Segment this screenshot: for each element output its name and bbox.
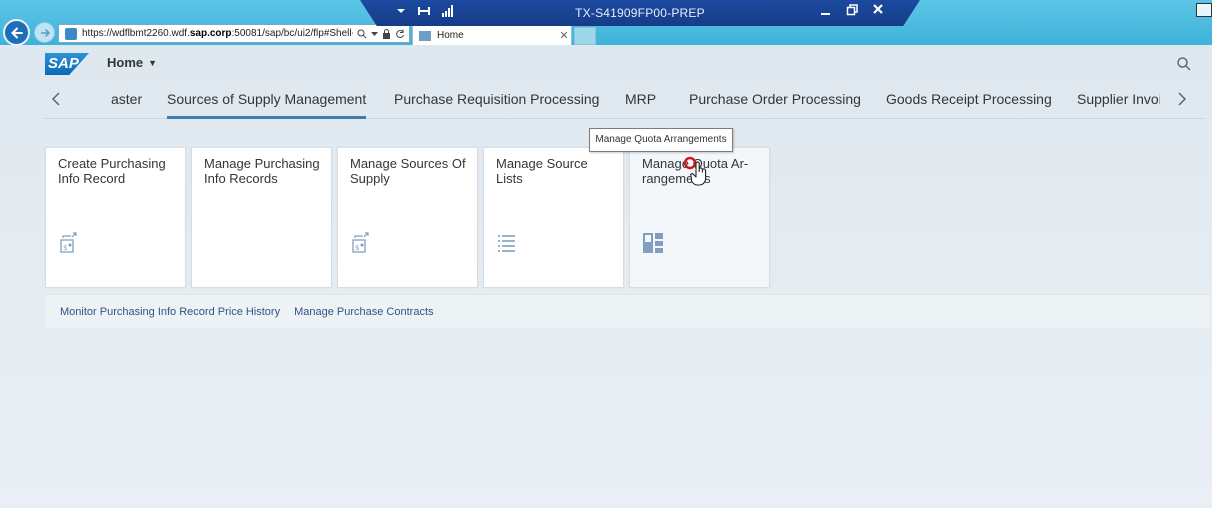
chevron-right-icon[interactable] (1177, 91, 1191, 111)
tile-manage-sources-of-supply[interactable]: Manage Sources Of Supply $ (337, 147, 478, 288)
shell-header: SAP Home ▼ (0, 45, 1212, 85)
anchor-item-mrp[interactable]: MRP (625, 91, 656, 119)
link-manage-purchase-contracts[interactable]: Manage Purchase Contracts (294, 306, 433, 318)
anchor-item-sources-of-supply[interactable]: Sources of Supply Management (167, 91, 367, 119)
anchor-item-purchase-requisition[interactable]: Purchase Requisition Processing (394, 91, 599, 119)
sap-logo[interactable]: SAP (45, 53, 89, 75)
anchor-item-supplier-invoice[interactable]: Supplier Invoice (1077, 91, 1160, 115)
svg-text:$: $ (355, 244, 359, 252)
search-icon[interactable] (1176, 56, 1192, 72)
window-corner-box (1196, 3, 1212, 17)
remote-session-bar: TX-S41909FP00-PREP (360, 0, 920, 26)
site-favicon-icon (65, 27, 77, 40)
svg-text:$: $ (63, 244, 67, 252)
tile-title: Manage Sources Of Supply (350, 156, 466, 186)
hand-cursor-icon (683, 156, 707, 186)
new-tab-button[interactable] (574, 27, 596, 45)
anchor-item-master-data[interactable]: aster (111, 91, 142, 119)
anchor-overflow-clip: Supplier Invoice (1075, 85, 1160, 115)
forward-button[interactable] (34, 22, 55, 43)
link-tiles-bar: Monitor Purchasing Info Record Price His… (45, 294, 1209, 328)
tile-manage-purchasing-info-records[interactable]: Manage Purchasing Info Records (191, 147, 332, 288)
tile-title: Manage Source Lists (496, 156, 588, 186)
purchasing-info-record-icon: $ (60, 232, 77, 253)
url-text[interactable]: https://wdflbmt2260.wdf.sap.corp:50081/s… (82, 25, 353, 42)
tile-create-purchasing-info-record[interactable]: Create Purchasing Info Record $ (45, 147, 186, 288)
browser-tab-home[interactable]: Home ✕ (412, 25, 572, 45)
page-icon (419, 30, 431, 41)
search-icon[interactable] (357, 29, 367, 39)
dropdown-icon[interactable] (371, 29, 378, 39)
chevron-left-icon[interactable] (51, 91, 65, 111)
close-tab-icon[interactable]: ✕ (557, 27, 571, 45)
anchor-item-goods-receipt[interactable]: Goods Receipt Processing (886, 91, 1052, 119)
anchor-item-purchase-order[interactable]: Purchase Order Processing (689, 91, 861, 119)
refresh-icon[interactable] (395, 29, 405, 39)
back-button[interactable] (3, 19, 30, 46)
tooltip: Manage Quota Arrangements (589, 128, 733, 152)
address-tools (353, 28, 409, 39)
tile-title: Manage Purchasing Info Records (204, 156, 320, 186)
minimize-icon[interactable] (820, 3, 832, 17)
restore-icon[interactable] (846, 3, 858, 17)
home-label: Home (107, 55, 144, 70)
sources-of-supply-icon: $ (352, 232, 369, 253)
address-bar[interactable]: https://wdflbmt2260.wdf.sap.corp:50081/s… (58, 24, 410, 43)
chevron-down-icon: ▼ (148, 57, 158, 68)
quota-arrangement-icon (643, 233, 663, 253)
link-monitor-price-history[interactable]: Monitor Purchasing Info Record Price His… (60, 306, 280, 318)
tile-manage-source-lists[interactable]: Manage Source Lists (483, 147, 624, 288)
lock-icon[interactable] (382, 28, 391, 39)
arrow-left-icon (10, 27, 23, 38)
window-controls (820, 3, 884, 17)
list-icon (498, 235, 515, 252)
home-menu-button[interactable]: Home ▼ (107, 55, 157, 70)
tab-title: Home (437, 29, 464, 41)
close-icon[interactable] (872, 3, 884, 17)
anchor-navigation-bar: aster Sources of Supply Management Purch… (45, 85, 1205, 119)
tile-title: Create Purchasing Info Record (58, 156, 166, 186)
arrow-right-icon (40, 28, 50, 37)
